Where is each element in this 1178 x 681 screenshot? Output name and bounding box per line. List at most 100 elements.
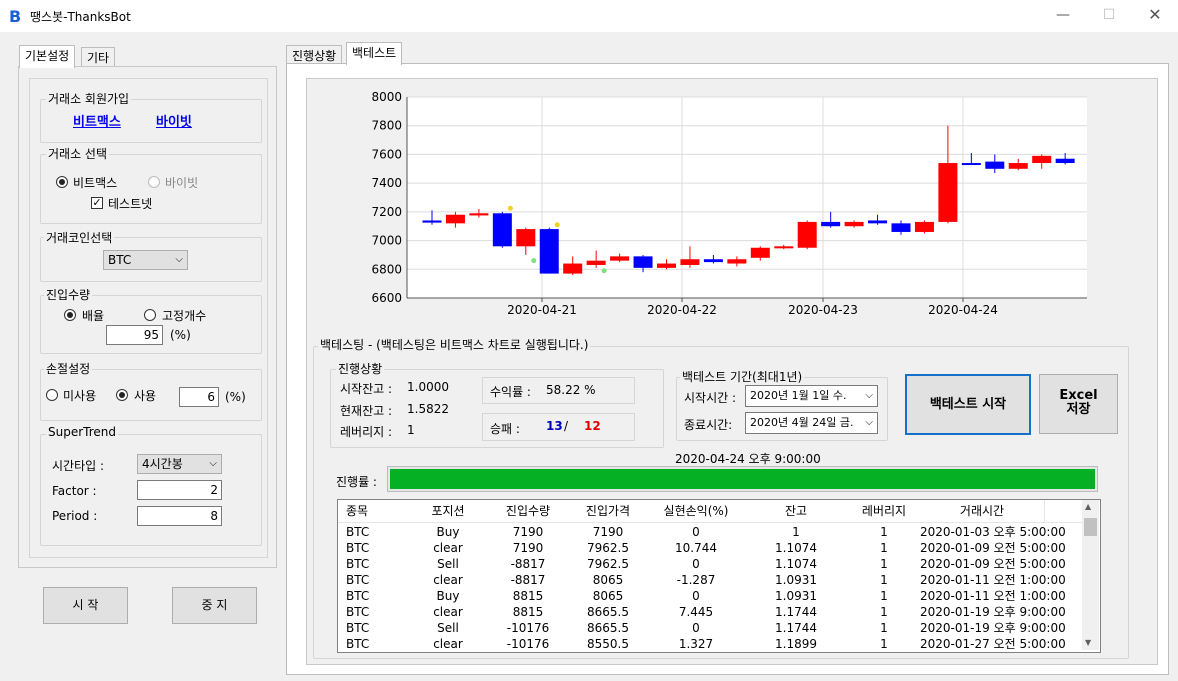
tab-basic-settings[interactable]: 기본설정 — [19, 45, 76, 68]
close-button[interactable]: ✕ — [1132, 0, 1178, 32]
table-cell: 0 — [692, 557, 700, 571]
minimize-button[interactable]: — — [1040, 0, 1086, 32]
column-header[interactable]: 진입가격 — [568, 500, 649, 522]
fixed-count-radio[interactable] — [144, 309, 156, 321]
testnet-checkbox[interactable]: ✓ — [91, 197, 103, 209]
table-cell: 2020-01-09 오전 5:00:00 — [920, 541, 1066, 555]
stoploss-input[interactable]: 6 — [179, 387, 219, 407]
signup-group-title: 거래소 회원가입 — [46, 90, 132, 107]
table-cell: 1.1074 — [775, 541, 817, 555]
stop-button[interactable]: 중 지 — [172, 587, 257, 624]
stoploss-used-label: 사용 — [134, 389, 157, 403]
candle-body — [586, 260, 606, 265]
table-cell: 2020-01-03 오후 5:00:00 — [920, 525, 1066, 539]
plot-area — [407, 97, 1087, 298]
timeframe-select[interactable]: 4시간봉 ⌵ — [137, 454, 222, 474]
table-cell: BTC — [346, 589, 370, 603]
table-row[interactable]: BTC clear 7190 7962.5 10.744 1.1074 1 2020-01-0… — [338, 540, 1083, 556]
table-row[interactable]: BTC clear 8815 8665.5 7.445 1.1744 1 2020-01-19… — [338, 604, 1083, 620]
entry-group-title: 진입수량 — [44, 286, 93, 303]
candle-body — [422, 220, 442, 223]
table-row[interactable]: BTC Buy 7190 7190 0 1 1 2020-01-03 오후 5:00:00 — [338, 524, 1083, 540]
period-input[interactable]: 8 — [137, 506, 222, 526]
stoploss-unused-radio[interactable] — [46, 389, 58, 401]
entry-amount-input[interactable]: 95 — [106, 325, 163, 345]
start-button[interactable]: 시 작 — [43, 587, 128, 624]
testnet-label: 테스트넷 — [108, 197, 153, 211]
run-backtest-button[interactable]: 백테스트 시작 — [905, 374, 1031, 435]
table-row[interactable]: BTC clear -10176 8550.5 1.327 1.1899 1 2020-01-… — [338, 636, 1083, 652]
maximize-button[interactable]: ☐ — [1086, 0, 1132, 32]
table-cell: 1 — [880, 541, 888, 555]
table-scrollbar[interactable]: ▲ ▼ — [1082, 500, 1099, 650]
table-row[interactable]: BTC Sell -10176 8665.5 0 1.1744 1 2020-01-19 오후… — [338, 620, 1083, 636]
candle-body — [680, 259, 700, 265]
bybit-signup-link[interactable]: 바이빗 — [156, 111, 192, 130]
candle-body — [633, 256, 653, 268]
column-header[interactable]: 진입수량 — [488, 500, 569, 522]
bitmex-signup-link[interactable]: 비트맥스 — [73, 111, 121, 130]
excel-save-button[interactable]: Excel 저장 — [1039, 374, 1118, 434]
table-cell: 1.1899 — [775, 637, 817, 651]
candle-body — [868, 220, 888, 224]
table-cell: 1.1074 — [775, 557, 817, 571]
candle-body — [1055, 158, 1075, 164]
bitmex-radio[interactable] — [56, 176, 68, 188]
bybit-radio[interactable] — [148, 176, 160, 188]
multiplier-radio[interactable] — [64, 309, 76, 321]
signal-marker — [507, 205, 513, 211]
scroll-up-icon[interactable]: ▲ — [1085, 502, 1091, 511]
table-cell: BTC — [346, 637, 370, 651]
column-header[interactable]: 종목 — [338, 500, 409, 522]
stoploss-unused-label: 미사용 — [63, 389, 97, 403]
end-time-label: 종료시간: — [684, 418, 733, 432]
stoploss-used-radio[interactable] — [116, 389, 128, 401]
tab-etc[interactable]: 기타 — [81, 47, 116, 68]
scroll-thumb[interactable] — [1084, 518, 1097, 536]
table-cell: Buy — [436, 589, 460, 603]
candle-body — [891, 223, 911, 232]
period-group-title: 백테스트 기간(최대1년) — [680, 368, 805, 385]
table-cell: 1.1744 — [775, 621, 817, 635]
column-header[interactable]: 거래시간 — [920, 500, 1045, 522]
table-cell: -8817 — [510, 573, 546, 587]
factor-input[interactable]: 2 — [137, 480, 222, 500]
table-row[interactable]: BTC Sell -8817 7962.5 0 1.1074 1 2020-01-09 오전 … — [338, 556, 1083, 572]
coin-select[interactable]: BTC ⌵ — [103, 250, 188, 270]
table-cell: 8815 — [512, 605, 544, 619]
table-cell: 8065 — [592, 589, 624, 603]
column-header[interactable]: 실현손익(%) — [648, 500, 745, 522]
scroll-down-icon[interactable]: ▼ — [1085, 638, 1091, 647]
column-header[interactable]: 레버리지 — [848, 500, 921, 522]
end-time-picker[interactable]: 2020년 4월 24일 금. ⌵ — [745, 412, 878, 434]
start-time-picker[interactable]: 2020년 1월 1일 수. ⌵ — [745, 385, 878, 407]
start-time-value: 2020년 1월 1일 수. — [750, 389, 847, 402]
table-cell: 2020-01-09 오전 5:00:00 — [920, 557, 1066, 571]
chevron-down-icon: ⌵ — [865, 390, 873, 401]
table-row[interactable]: BTC Buy 8815 8065 0 1.0931 1 2020-01-11 오전 1:00… — [338, 588, 1083, 604]
period-label: Period : — [52, 509, 98, 523]
candle-body — [985, 161, 1005, 169]
y-tick-label: 7200 — [371, 205, 402, 219]
candle-body — [914, 221, 934, 232]
title-bar: B 땡스봇-ThanksBot — ☐ ✕ — [0, 0, 1178, 32]
table-cell: BTC — [346, 557, 370, 571]
column-header[interactable]: 포지션 — [408, 500, 489, 522]
table-row[interactable]: BTC clear -8817 8065 -1.287 1.0931 1 2020-01-11… — [338, 572, 1083, 588]
column-header[interactable]: 잔고 — [744, 500, 849, 522]
table-cell: BTC — [346, 541, 370, 555]
candle-body — [1032, 155, 1052, 164]
tab-backtest[interactable]: 백테스트 — [346, 42, 403, 65]
start-balance-label: 시작잔고 : — [340, 382, 393, 396]
current-balance-label: 현재잔고 : — [340, 404, 393, 418]
coin-select-value: BTC — [108, 253, 132, 267]
table-cell: 0 — [692, 525, 700, 539]
table-cell: clear — [433, 637, 463, 651]
supertrend-group-title: SuperTrend — [46, 425, 118, 439]
candle-body — [797, 221, 817, 248]
winloss-label: 승패 : — [490, 422, 520, 436]
y-tick-label: 6600 — [371, 291, 402, 305]
candle-body — [938, 163, 958, 222]
fixed-count-radio-label: 고정개수 — [162, 309, 207, 323]
app-logo-icon: B — [9, 7, 22, 26]
